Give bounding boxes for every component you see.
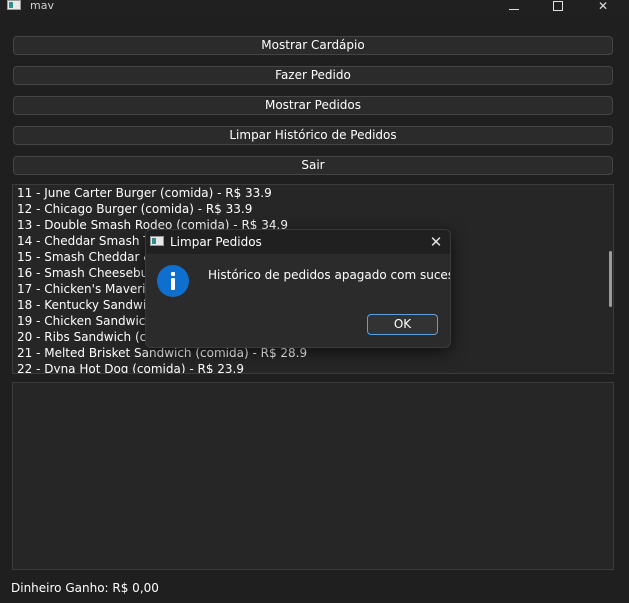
app-icon bbox=[7, 0, 21, 10]
exit-button[interactable]: Sair bbox=[13, 156, 613, 175]
list-item: 22 - Dyna Hot Dog (comida) - R$ 23.9 bbox=[17, 362, 245, 374]
dialog-close-button[interactable]: ✕ bbox=[426, 233, 446, 251]
window-title: mav bbox=[30, 0, 54, 12]
menu-scrollbar[interactable] bbox=[609, 251, 612, 307]
close-window-button[interactable]: ✕ bbox=[580, 0, 626, 14]
info-icon bbox=[157, 265, 189, 297]
list-item: 12 - Chicago Burger (comida) - R$ 33.9 bbox=[17, 202, 253, 216]
earnings-label: Dinheiro Ganho: R$ 0,00 bbox=[11, 581, 159, 595]
dialog-message: Histórico de pedidos apagado com sucesso… bbox=[208, 268, 451, 282]
show-orders-button[interactable]: Mostrar Pedidos bbox=[13, 96, 613, 115]
minimize-button[interactable] bbox=[491, 0, 537, 14]
show-menu-button[interactable]: Mostrar Cardápio bbox=[13, 36, 613, 55]
minimize-icon bbox=[509, 9, 519, 10]
orders-text-area[interactable] bbox=[12, 382, 614, 570]
dialog-title: Limpar Pedidos bbox=[170, 235, 262, 249]
list-item: 11 - June Carter Burger (comida) - R$ 33… bbox=[17, 186, 272, 200]
maximize-icon bbox=[553, 1, 563, 11]
place-order-button[interactable]: Fazer Pedido bbox=[13, 66, 613, 85]
message-dialog: Limpar Pedidos ✕ Histórico de pedidos ap… bbox=[145, 229, 451, 348]
close-icon: ✕ bbox=[429, 233, 443, 251]
ok-button[interactable]: OK bbox=[367, 314, 438, 335]
app-icon bbox=[150, 236, 164, 246]
window-titlebar: mav ✕ bbox=[0, 0, 629, 14]
close-icon: ✕ bbox=[597, 0, 609, 13]
clear-history-button[interactable]: Limpar Histórico de Pedidos bbox=[13, 126, 613, 145]
maximize-button[interactable] bbox=[535, 0, 581, 14]
dialog-titlebar: Limpar Pedidos ✕ bbox=[146, 230, 450, 254]
